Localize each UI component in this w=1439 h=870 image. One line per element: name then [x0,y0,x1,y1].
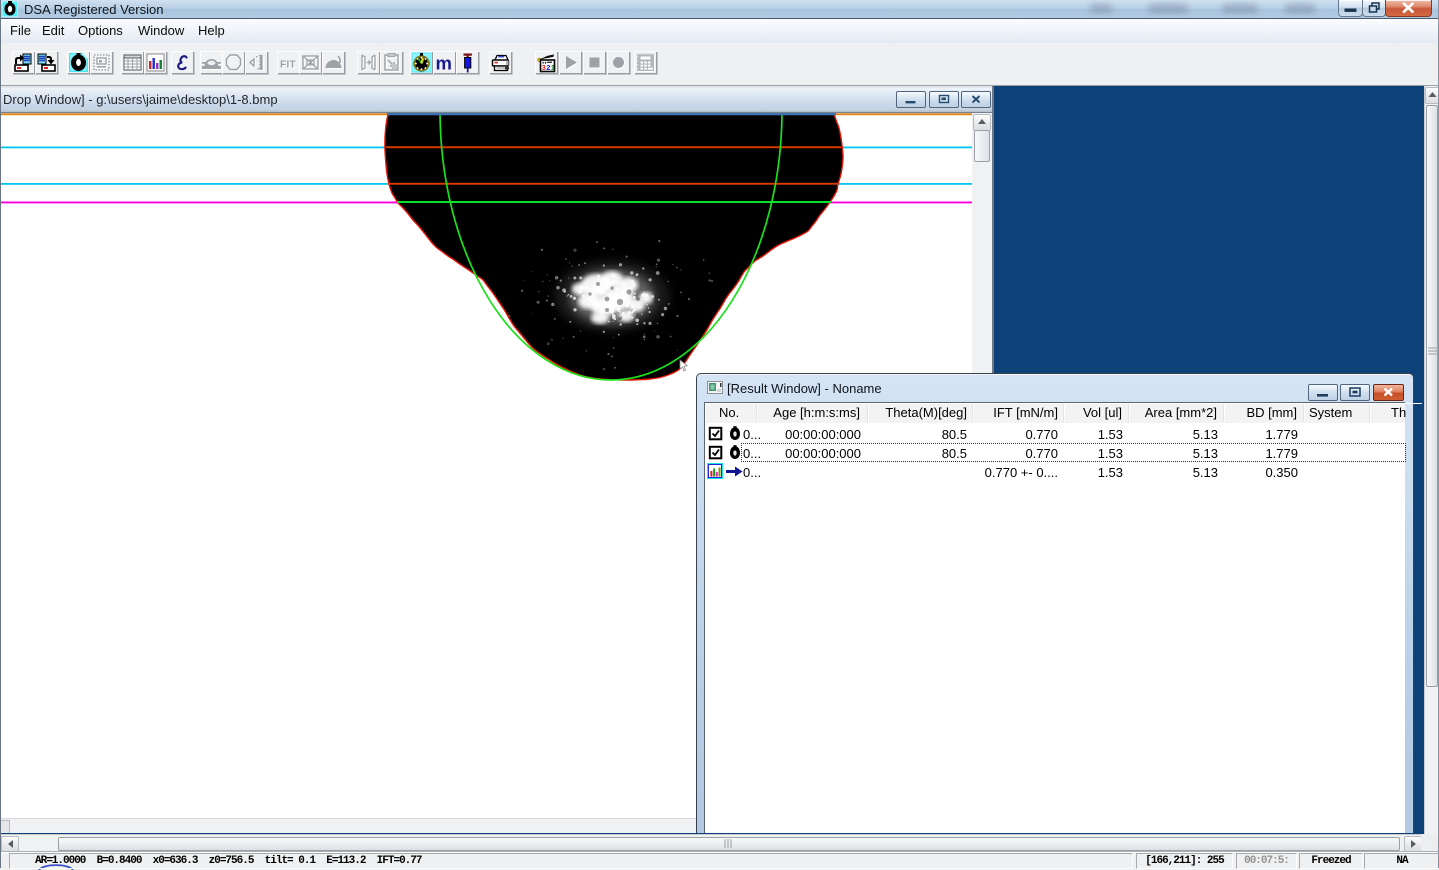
svg-text:1: 1 [551,63,555,72]
svg-text:3: 3 [542,63,546,72]
svg-text:2: 2 [546,63,550,72]
svg-text:FIT: FIT [280,59,296,71]
svg-text:m: m [436,53,452,74]
